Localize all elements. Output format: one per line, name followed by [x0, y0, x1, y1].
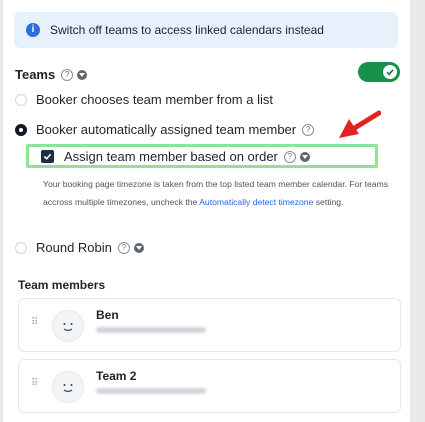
member-name: Ben	[96, 308, 119, 322]
info-icon: i	[26, 23, 40, 37]
check-icon	[386, 69, 394, 76]
timezone-description: Your booking page timezone is taken from…	[43, 176, 399, 211]
chevron-down-icon[interactable]	[133, 242, 144, 253]
smiley-avatar-icon	[63, 384, 73, 393]
team-member-card[interactable]: ⠿ Ben	[18, 298, 401, 352]
help-icon[interactable]: ?	[302, 123, 315, 136]
option-label: Booker chooses team member from a list	[36, 92, 273, 107]
radio-round-robin[interactable]	[15, 241, 27, 254]
team-member-card[interactable]: ⠿ Team 2	[18, 359, 401, 413]
option-chooses-from-list[interactable]: Booker chooses team member from a list	[15, 92, 273, 107]
teams-title: Teams	[15, 67, 56, 82]
drag-handle-icon[interactable]: ⠿	[31, 318, 39, 330]
chevron-down-icon[interactable]	[299, 151, 310, 162]
radio-chooses-from-list[interactable]	[15, 93, 27, 106]
radio-auto-assigned[interactable]	[15, 123, 27, 136]
description-suffix: setting.	[313, 196, 344, 207]
chevron-down-icon[interactable]	[77, 69, 88, 80]
auto-detect-timezone-link[interactable]: Automatically detect timezone	[199, 197, 313, 207]
option-auto-assigned[interactable]: Booker automatically assigned team membe…	[15, 122, 315, 137]
check-icon	[43, 153, 52, 160]
assign-by-order-label: Assign team member based on order	[64, 149, 278, 164]
member-name: Team 2	[96, 369, 137, 383]
toggle-knob	[383, 65, 397, 79]
teams-header: Teams ?	[15, 67, 88, 82]
teams-toggle[interactable]	[358, 62, 400, 82]
option-round-robin[interactable]: Round Robin ?	[15, 240, 144, 255]
smiley-avatar-icon	[63, 323, 73, 332]
red-arrow-annotation	[339, 110, 381, 138]
option-label: Round Robin	[36, 240, 112, 255]
help-icon[interactable]: ?	[283, 150, 296, 163]
team-members-title: Team members	[18, 278, 106, 292]
info-banner: i Switch off teams to access linked cale…	[14, 12, 398, 48]
option-label: Booker automatically assigned team membe…	[36, 122, 297, 137]
drag-handle-icon[interactable]: ⠿	[31, 379, 39, 391]
help-icon[interactable]: ?	[61, 68, 74, 81]
info-banner-text: Switch off teams to access linked calend…	[50, 23, 324, 37]
help-icon[interactable]: ?	[117, 241, 130, 254]
assign-by-order-row[interactable]: Assign team member based on order ?	[41, 149, 310, 164]
avatar	[52, 310, 84, 342]
avatar	[52, 371, 84, 403]
member-email-blurred	[96, 327, 206, 333]
member-email-blurred	[96, 388, 206, 394]
settings-panel: i Switch off teams to access linked cale…	[3, 0, 410, 422]
assign-by-order-checkbox[interactable]	[41, 150, 54, 163]
